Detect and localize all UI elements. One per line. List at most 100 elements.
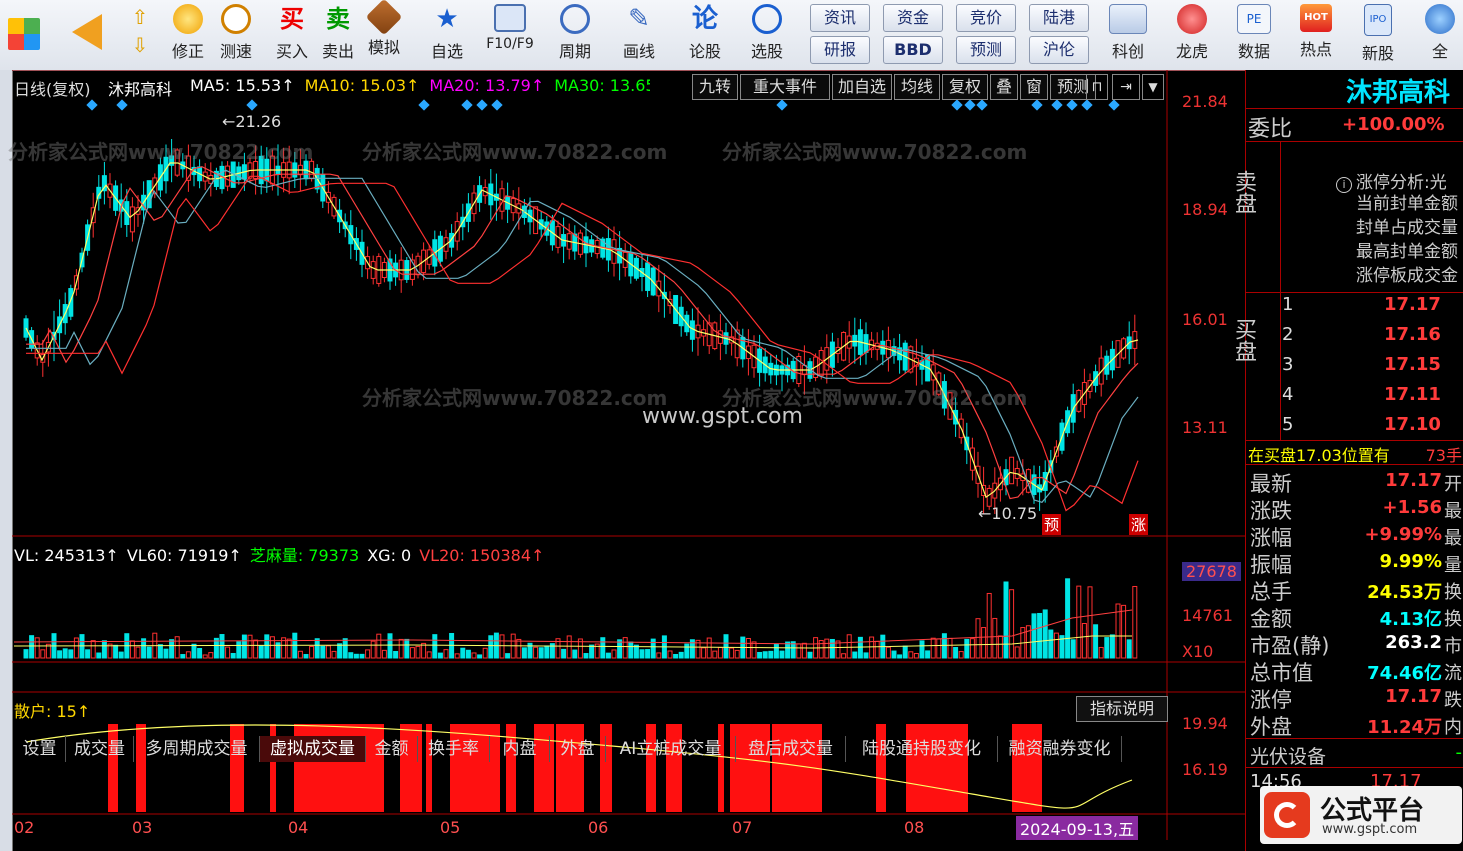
up-arrow-icon: ⇧: [131, 5, 149, 29]
chart-top-button[interactable]: 加自选: [832, 74, 892, 100]
pencil-icon: ✎: [628, 4, 650, 34]
discuss-button[interactable]: 论 论股: [680, 2, 730, 66]
volume-bar: [969, 638, 975, 659]
bid-price[interactable]: 17.16: [1384, 324, 1441, 345]
event-diamond: [951, 99, 963, 111]
chart-top-button[interactable]: 均线: [894, 74, 940, 100]
stat-value: 11.24万: [1367, 717, 1442, 738]
indicator-tab[interactable]: 换手率: [418, 736, 490, 762]
bid-level: 5: [1282, 414, 1294, 435]
limit-up-marker[interactable]: 涨: [1129, 514, 1149, 535]
funds-button[interactable]: 资金: [883, 4, 943, 32]
volume-bar: [409, 647, 415, 659]
indicator-help-button[interactable]: 指标说明: [1076, 696, 1168, 722]
fix-button[interactable]: 修正: [166, 2, 210, 66]
chart-top-button[interactable]: 复权: [942, 74, 988, 100]
forecast-button[interactable]: 预测: [956, 36, 1016, 64]
volume-bar: [913, 652, 919, 659]
watchlist-button[interactable]: ★ 自选: [420, 2, 474, 66]
volume-bar: [801, 642, 807, 659]
volume-bar: [779, 650, 785, 659]
hot-button[interactable]: HOT 热点: [1288, 2, 1344, 66]
volume-bar: [768, 650, 774, 659]
indicator-tab[interactable]: 内盘: [490, 736, 550, 762]
indicator-tab[interactable]: 陆股通持股变化: [846, 736, 998, 762]
period-button[interactable]: 周期: [548, 2, 602, 66]
buy-button[interactable]: 买 买入: [270, 2, 314, 66]
kline-chart-canvas[interactable]: [12, 70, 1245, 840]
indicator-tab[interactable]: 虚拟成交量: [260, 736, 366, 762]
volume-bar: [1121, 604, 1127, 659]
volume-bar: [1003, 581, 1009, 659]
indicator-tab[interactable]: 融资融券变化: [998, 736, 1122, 762]
indicator-tab[interactable]: 设置: [14, 736, 66, 762]
indicator-tab[interactable]: AI立桩成交量: [606, 736, 736, 762]
bid-price[interactable]: 17.11: [1384, 384, 1441, 405]
kline-chart-area[interactable]: 日线(复权) 沐邦高科 MA5: 15.53↑ MA10: 15.03↑ MA20:…: [8, 70, 1245, 840]
f10-button[interactable]: F10/F9: [480, 2, 540, 66]
sell-button[interactable]: 卖 卖出: [316, 2, 360, 66]
ipo-button[interactable]: IPO 新股: [1350, 2, 1406, 66]
limit-analysis-label: i 涨停分析:光: [1336, 168, 1447, 193]
global-button[interactable]: 全: [1418, 2, 1462, 66]
sell-side-label: 卖盘: [1231, 170, 1256, 214]
volume-bar: [169, 639, 175, 659]
sector-label[interactable]: 光伏设备: [1250, 742, 1326, 769]
hk-connect-button[interactable]: 陆港: [1029, 4, 1089, 32]
forecast-marker[interactable]: 预: [1042, 514, 1062, 535]
chart-top-button[interactable]: 九转: [692, 74, 738, 100]
select-stock-button[interactable]: 选股: [740, 2, 794, 66]
research-button[interactable]: 研报: [810, 36, 870, 64]
bbd-button[interactable]: BBD: [883, 36, 943, 64]
expand-icon[interactable]: ⇥: [1112, 74, 1140, 100]
watermark-text: 分析家公式网www.70822.com: [8, 140, 314, 164]
volume-bar: [40, 649, 46, 659]
speed-test-button[interactable]: 测速: [214, 2, 258, 66]
up-down-button[interactable]: ⇧ ⇩: [120, 2, 160, 66]
chevron-down-icon[interactable]: ▼: [1142, 74, 1164, 100]
ma-legend-item: MA5: 15.53↑: [190, 76, 295, 95]
stat-label: 振幅: [1250, 553, 1292, 577]
data-button[interactable]: PE 数据: [1226, 2, 1282, 66]
volume-bar: [225, 646, 231, 659]
auction-button[interactable]: 竞价: [956, 4, 1016, 32]
chart-top-button[interactable]: 重大事件: [740, 74, 830, 100]
back-button[interactable]: [60, 2, 114, 66]
bid-price[interactable]: 17.17: [1384, 294, 1441, 315]
dragon-tiger-button[interactable]: 龙虎: [1164, 2, 1220, 66]
volume-bar: [370, 640, 376, 659]
chart-top-button[interactable]: 叠: [990, 74, 1018, 100]
volume-legend-item: VL60: 71919↑: [126, 546, 242, 565]
volume-bar: [197, 647, 203, 659]
star-market-button[interactable]: 科创: [1100, 2, 1156, 66]
bid-price[interactable]: 17.10: [1384, 414, 1441, 435]
draw-line-button[interactable]: ✎ 画线: [612, 2, 666, 66]
windows-logo-button[interactable]: [4, 2, 44, 66]
volume-bar: [286, 638, 292, 659]
windows-logo-icon: [8, 18, 40, 50]
volume-legend-item: VL: 245313↑: [14, 546, 119, 565]
indicator-tab[interactable]: 金额: [366, 736, 418, 762]
stat-tail: 流: [1444, 663, 1462, 684]
simulate-button[interactable]: 模拟: [362, 0, 406, 66]
center-watermark: www.gspt.com: [642, 404, 803, 429]
volume-bar: [958, 651, 964, 659]
news-button[interactable]: 资讯: [810, 4, 870, 32]
indicator-tab[interactable]: 成交量: [66, 736, 134, 762]
volume-bar: [1009, 589, 1015, 659]
volume-bar: [975, 618, 981, 659]
volume-bar: [376, 633, 382, 659]
volume-bar: [717, 646, 723, 659]
bid-price[interactable]: 17.15: [1384, 354, 1441, 375]
watermark-text: 分析家公式网www.70822.com: [362, 140, 668, 164]
volume-bar: [964, 638, 970, 659]
indicator-tab[interactable]: 盘后成交量: [736, 736, 846, 762]
indicator-tab[interactable]: 多周期成交量: [134, 736, 260, 762]
indicator-tab[interactable]: 外盘: [550, 736, 606, 762]
volume-bar: [191, 643, 197, 659]
event-diamond: [491, 99, 503, 111]
shanghai-london-button[interactable]: 沪伦: [1029, 36, 1089, 64]
volume-axis-label: 27678: [1182, 562, 1241, 581]
chart-top-button[interactable]: 窗: [1020, 74, 1048, 100]
lock-icon[interactable]: ⊓: [1086, 74, 1108, 100]
